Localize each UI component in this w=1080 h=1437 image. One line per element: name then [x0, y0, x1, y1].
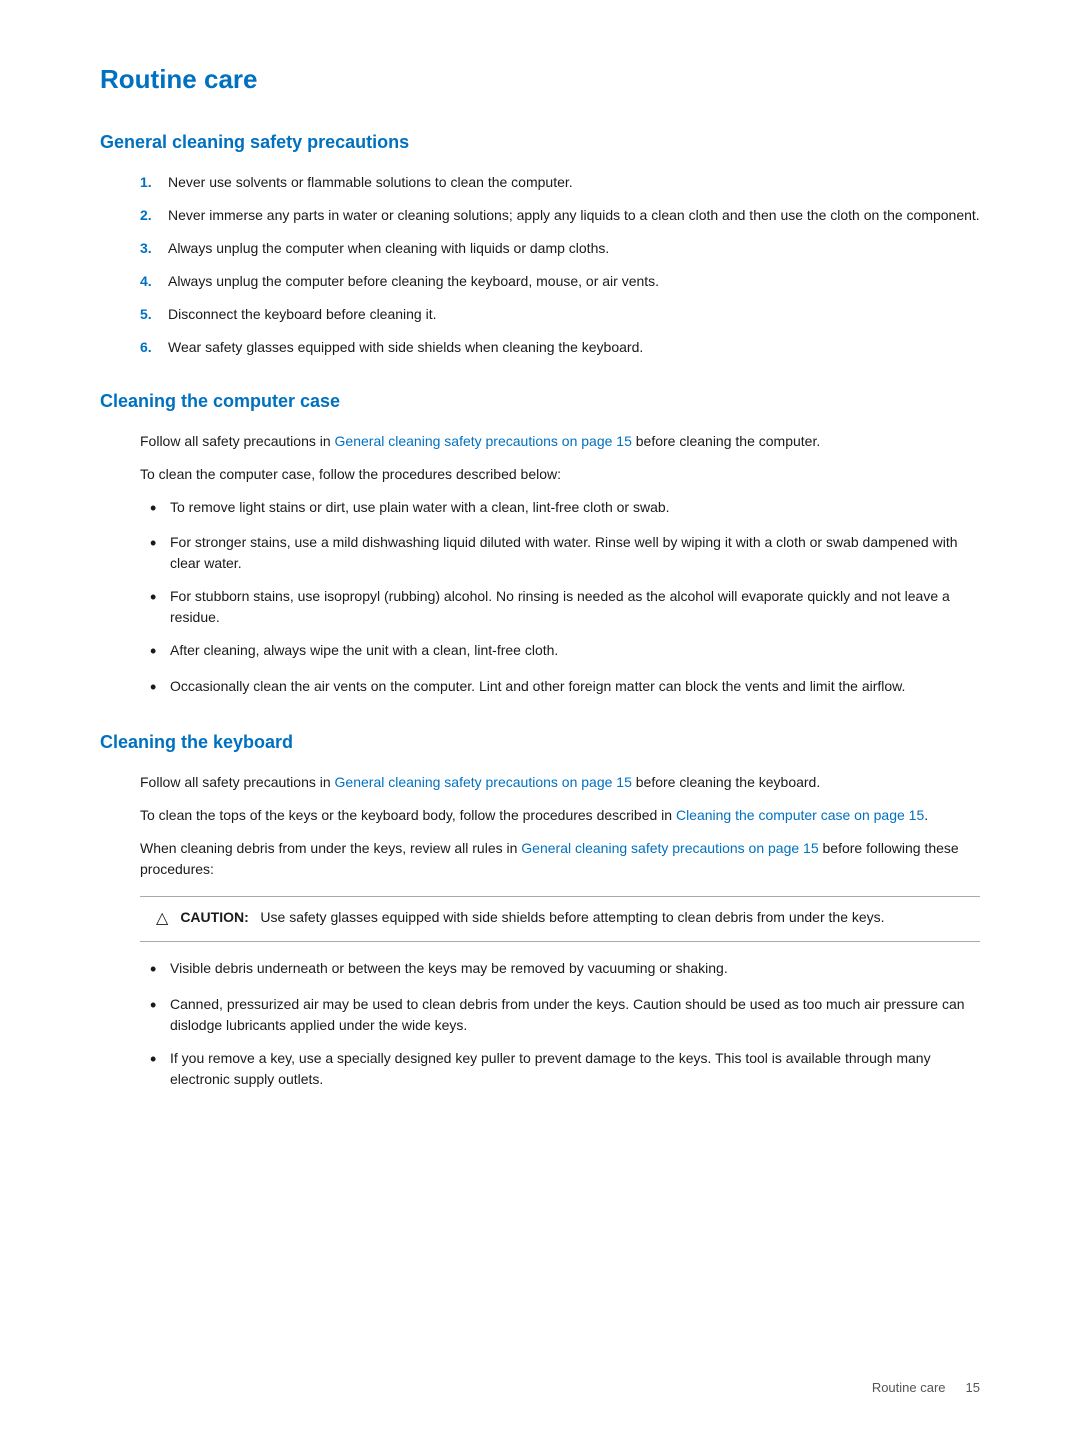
para-text-after: before cleaning the computer. [632, 433, 820, 449]
list-item: • After cleaning, always wipe the unit w… [140, 640, 980, 663]
list-num: 1. [140, 172, 168, 193]
section-content-cleaning-computer-case: Follow all safety precautions in General… [100, 431, 980, 699]
link-cleaning-computer-case[interactable]: Cleaning the computer case on page 15 [676, 807, 924, 823]
list-text: After cleaning, always wipe the unit wit… [170, 640, 558, 661]
list-text: For stubborn stains, use isopropyl (rubb… [170, 586, 980, 628]
section-cleaning-computer-case: Cleaning the computer case Follow all sa… [100, 388, 980, 699]
list-text: Occasionally clean the air vents on the … [170, 676, 905, 697]
para-2: To clean the computer case, follow the p… [140, 464, 980, 485]
list-text: Canned, pressurized air may be used to c… [170, 994, 980, 1036]
footer-page: 15 [966, 1378, 980, 1398]
page-title: Routine care [100, 60, 980, 99]
keyboard-para-1: Follow all safety precautions in General… [140, 772, 980, 793]
list-item: • Occasionally clean the air vents on th… [140, 676, 980, 699]
para-text-before: When cleaning debris from under the keys… [140, 840, 521, 856]
list-item: • For stronger stains, use a mild dishwa… [140, 532, 980, 574]
section-content-general-cleaning: 1. Never use solvents or flammable solut… [100, 172, 980, 358]
list-text: To remove light stains or dirt, use plai… [170, 497, 670, 518]
bullet-icon: • [150, 958, 170, 981]
list-item: 1. Never use solvents or flammable solut… [140, 172, 980, 193]
section-general-cleaning: General cleaning safety precautions 1. N… [100, 129, 980, 358]
para-text-before: To clean the tops of the keys or the key… [140, 807, 676, 823]
list-text: Never immerse any parts in water or clea… [168, 205, 980, 226]
bullet-icon: • [150, 586, 170, 609]
link-general-cleaning-1[interactable]: General cleaning safety precautions on p… [335, 433, 632, 449]
list-num: 2. [140, 205, 168, 226]
section-cleaning-keyboard: Cleaning the keyboard Follow all safety … [100, 729, 980, 1089]
keyboard-bullet-list: • Visible debris underneath or between t… [140, 958, 980, 1089]
list-item: 2. Never immerse any parts in water or c… [140, 205, 980, 226]
section-title-cleaning-keyboard: Cleaning the keyboard [100, 729, 980, 756]
list-item: • If you remove a key, use a specially d… [140, 1048, 980, 1090]
list-num: 4. [140, 271, 168, 292]
list-item: 4. Always unplug the computer before cle… [140, 271, 980, 292]
keyboard-para-3: When cleaning debris from under the keys… [140, 838, 980, 880]
list-item: 6. Wear safety glasses equipped with sid… [140, 337, 980, 358]
section-content-cleaning-keyboard: Follow all safety precautions in General… [100, 772, 980, 1089]
list-item: • For stubborn stains, use isopropyl (ru… [140, 586, 980, 628]
list-item: 5. Disconnect the keyboard before cleani… [140, 304, 980, 325]
list-text: Always unplug the computer before cleani… [168, 271, 659, 292]
caution-triangle-icon: △ [156, 907, 168, 931]
para-text-before: Follow all safety precautions in [140, 433, 335, 449]
bullet-icon: • [150, 676, 170, 699]
list-text: Wear safety glasses equipped with side s… [168, 337, 643, 358]
footer: Routine care 15 [872, 1378, 980, 1398]
caution-label: CAUTION: [180, 909, 260, 925]
para-text-after: . [924, 807, 928, 823]
list-item: • To remove light stains or dirt, use pl… [140, 497, 980, 520]
bullet-icon: • [150, 497, 170, 520]
footer-label: Routine care [872, 1378, 946, 1398]
link-general-cleaning-3[interactable]: General cleaning safety precautions on p… [521, 840, 818, 856]
list-item: 3. Always unplug the computer when clean… [140, 238, 980, 259]
list-text: Disconnect the keyboard before cleaning … [168, 304, 437, 325]
bullet-icon: • [150, 1048, 170, 1071]
caution-box: △ CAUTION: Use safety glasses equipped w… [140, 896, 980, 942]
para-text-before: Follow all safety precautions in [140, 774, 335, 790]
list-text: Never use solvents or flammable solution… [168, 172, 573, 193]
computer-case-bullet-list: • To remove light stains or dirt, use pl… [140, 497, 980, 699]
caution-text: CAUTION: Use safety glasses equipped wit… [180, 907, 884, 928]
list-text: Visible debris underneath or between the… [170, 958, 728, 979]
section-title-cleaning-computer-case: Cleaning the computer case [100, 388, 980, 415]
caution-content: Use safety glasses equipped with side sh… [260, 909, 884, 925]
bullet-icon: • [150, 994, 170, 1017]
bullet-icon: • [150, 640, 170, 663]
list-num: 3. [140, 238, 168, 259]
list-text: For stronger stains, use a mild dishwash… [170, 532, 980, 574]
link-general-cleaning-2[interactable]: General cleaning safety precautions on p… [335, 774, 632, 790]
list-num: 6. [140, 337, 168, 358]
list-text: If you remove a key, use a specially des… [170, 1048, 980, 1090]
keyboard-para-2: To clean the tops of the keys or the key… [140, 805, 980, 826]
general-cleaning-list: 1. Never use solvents or flammable solut… [140, 172, 980, 358]
para-text: To clean the computer case, follow the p… [140, 466, 561, 482]
bullet-icon: • [150, 532, 170, 555]
list-num: 5. [140, 304, 168, 325]
list-text: Always unplug the computer when cleaning… [168, 238, 609, 259]
para-text-after: before cleaning the keyboard. [632, 774, 820, 790]
list-item: • Canned, pressurized air may be used to… [140, 994, 980, 1036]
list-item: • Visible debris underneath or between t… [140, 958, 980, 981]
para-1: Follow all safety precautions in General… [140, 431, 980, 452]
section-title-general-cleaning: General cleaning safety precautions [100, 129, 980, 156]
